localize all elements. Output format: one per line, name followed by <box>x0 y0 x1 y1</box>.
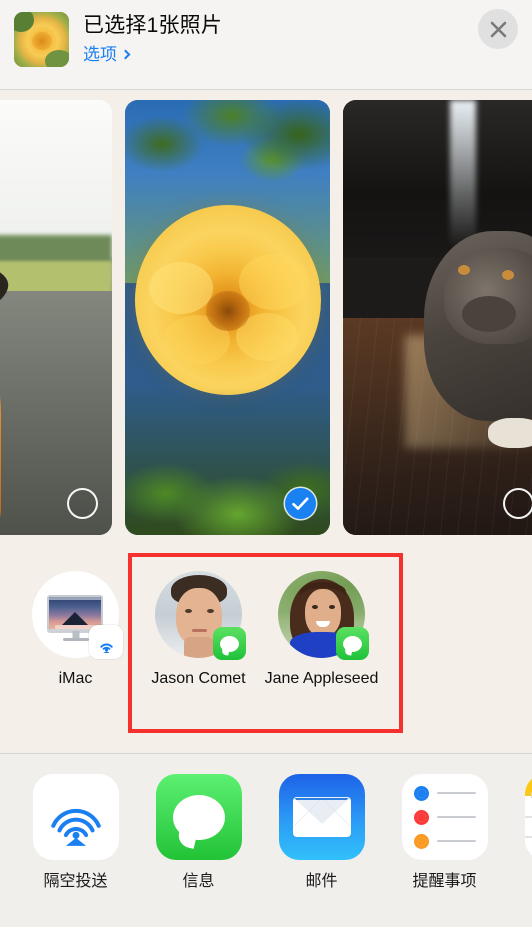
app-messages[interactable]: 信息 <box>137 774 260 892</box>
photo-1-image <box>0 100 112 535</box>
photo-light-glare <box>449 100 476 248</box>
app-label: 信息 <box>182 873 215 890</box>
messages-badge <box>213 627 246 660</box>
photo-2-image <box>125 100 330 535</box>
reminder-dot-orange <box>413 833 429 849</box>
app-actions-row[interactable]: 隔空投送 信息 邮件 提醒事项 <box>0 754 532 927</box>
reminder-line <box>436 840 476 842</box>
recipients-row[interactable]: iMac Jason Comet Jane Appleseed <box>0 548 532 753</box>
avatar-mouth <box>192 629 207 632</box>
mail-icon <box>292 797 351 837</box>
photo-rose-core <box>205 291 250 332</box>
notes-app-icon <box>524 774 532 860</box>
imac-menubar <box>49 597 101 600</box>
imac-stand-base <box>62 638 89 641</box>
airdrop-center-dot <box>104 647 108 651</box>
recipient-name: Jane Appleseed <box>264 670 379 687</box>
app-label: 提醒事项 <box>412 873 477 890</box>
recipient-jane-appleseed[interactable]: Jane Appleseed <box>260 571 383 689</box>
messages-icon <box>343 635 362 652</box>
mail-flap <box>292 797 351 837</box>
carousel-track <box>0 100 532 535</box>
airdrop-stem <box>65 837 86 846</box>
reminders-app-icon <box>401 774 488 860</box>
header-text-block: 已选择1张照片 选项 <box>83 12 518 65</box>
recipient-name: Jason Comet <box>151 670 246 687</box>
airdrop-center-dot <box>72 831 79 839</box>
avatar-eye <box>312 605 318 609</box>
airdrop-icon <box>50 808 101 846</box>
reminder-dot-red <box>413 809 429 825</box>
airdrop-stem <box>102 650 110 653</box>
avatar-fringe <box>300 582 346 602</box>
app-mail[interactable]: 邮件 <box>260 774 383 892</box>
avatar-eye <box>329 605 335 609</box>
recipient-name: iMac <box>58 670 93 687</box>
reminder-row <box>413 809 476 825</box>
photo-dog-muzzle <box>462 295 516 332</box>
close-icon <box>490 21 506 37</box>
carousel-photo-2[interactable] <box>125 100 330 535</box>
photo-1-select-toggle[interactable] <box>67 488 98 519</box>
messages-icon <box>172 794 225 840</box>
photo-rose-bloom <box>134 205 321 396</box>
avatar-neck <box>184 637 214 658</box>
photo-carousel[interactable] <box>0 90 532 548</box>
carousel-photo-1[interactable] <box>0 100 112 535</box>
notes-line <box>524 836 532 838</box>
options-button[interactable]: 选项 <box>83 44 131 65</box>
photo-dog-paw <box>488 418 532 448</box>
thumbnail-leaf-decor <box>45 50 69 67</box>
photo-3-select-toggle[interactable] <box>503 488 532 519</box>
notes-line <box>524 816 532 818</box>
imac-mountain <box>62 612 88 625</box>
reminder-line <box>436 816 476 818</box>
reminder-dot-blue <box>413 785 429 801</box>
airdrop-icon <box>99 643 113 653</box>
mail-app-icon <box>278 774 365 860</box>
thumbnail-rose-core <box>31 31 52 50</box>
photo-petal <box>149 262 214 315</box>
reminder-row <box>413 833 476 849</box>
app-reminders[interactable]: 提醒事项 <box>383 774 506 892</box>
recipient-imac[interactable]: iMac <box>14 571 137 689</box>
photo-petal <box>239 254 310 311</box>
photo-3-image <box>343 100 532 535</box>
airdrop-app-icon <box>32 774 119 860</box>
reminders-icon <box>413 785 476 849</box>
notes-icon <box>524 774 532 860</box>
app-label: 邮件 <box>305 873 338 890</box>
selected-photo-thumbnail <box>14 12 69 67</box>
app-airdrop[interactable]: 隔空投送 <box>14 774 137 892</box>
close-button[interactable] <box>478 9 518 49</box>
avatar-eye <box>185 609 192 613</box>
share-sheet: 已选择1张照片 选项 iMac Jason Comet Jane Applese… <box>0 0 532 927</box>
airdrop-badge <box>89 625 123 659</box>
messages-icon <box>220 635 239 652</box>
carousel-photo-3[interactable] <box>343 100 532 535</box>
app-notes[interactable] <box>506 774 532 872</box>
jason-comet-avatar <box>155 571 246 660</box>
photo-2-select-toggle[interactable] <box>285 488 316 519</box>
options-label: 选项 <box>83 45 117 64</box>
messages-badge <box>336 627 369 660</box>
share-sheet-header: 已选择1张照片 选项 <box>0 0 532 89</box>
notes-spiral-rings <box>524 792 532 798</box>
messages-app-icon <box>155 774 242 860</box>
chevron-right-icon <box>120 49 131 59</box>
checkmark-icon <box>292 497 309 510</box>
photo-dog-eye <box>502 269 514 280</box>
reminder-line <box>436 792 476 794</box>
recipient-jason-comet[interactable]: Jason Comet <box>137 571 260 689</box>
jane-appleseed-avatar <box>278 571 369 660</box>
app-label: 隔空投送 <box>43 873 108 890</box>
avatar-eye <box>207 609 214 613</box>
reminder-row <box>413 785 476 801</box>
photo-sky <box>0 100 112 257</box>
page-title: 已选择1张照片 <box>83 14 223 37</box>
imac-avatar <box>32 571 123 659</box>
